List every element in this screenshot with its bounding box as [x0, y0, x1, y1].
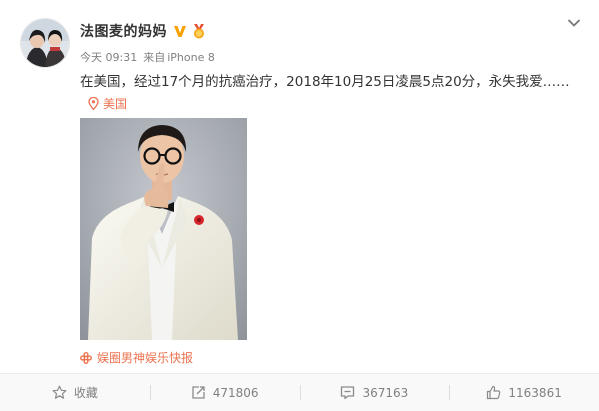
avatar[interactable]	[20, 18, 70, 68]
favorite-label: 收藏	[73, 386, 98, 400]
like-button[interactable]: 1163861	[449, 374, 599, 411]
comment-icon	[341, 386, 355, 400]
thumbs-up-icon	[487, 385, 501, 400]
credit-label: 娱圈男神娱乐快报	[97, 351, 194, 365]
repost-button[interactable]: 471806	[149, 374, 300, 411]
star-icon	[52, 385, 67, 399]
credit-source[interactable]: 娱圈男神娱乐快报	[80, 349, 193, 366]
post-photo[interactable]	[80, 118, 247, 340]
like-count: 1163861	[508, 385, 562, 400]
post-device[interactable]: iPhone 8	[167, 51, 215, 64]
repost-count: 471806	[212, 385, 259, 400]
location-label: 美国	[103, 97, 128, 111]
vip-medal-icon[interactable]	[191, 23, 207, 39]
verified-v-icon[interactable]	[173, 24, 187, 38]
post-meta: 今天 09:31 来自 iPhone 8	[80, 49, 221, 65]
action-bar: 收藏 471806 367163 1163861	[0, 373, 599, 411]
location-link[interactable]: 美国	[88, 95, 127, 112]
name-row: 法图麦的妈妈	[80, 21, 207, 41]
location-pin-icon	[88, 97, 99, 110]
username[interactable]: 法图麦的妈妈	[80, 21, 167, 41]
weibo-post-card: 法图麦的妈妈 今天 09:31 来自 iPhone 8 在美国，经过17个月的抗癌治…	[0, 0, 599, 411]
favorite-button[interactable]: 收藏	[0, 374, 150, 411]
repost-icon	[192, 386, 205, 399]
weibo-flower-icon	[80, 351, 92, 364]
comment-count: 367163	[362, 385, 409, 400]
comment-button[interactable]: 367163	[299, 374, 450, 411]
post-text: 在美国，经过17个月的抗癌治疗，2018年10月25日凌晨5点20分，永失我爱……	[80, 74, 570, 90]
chevron-down-icon[interactable]	[567, 18, 581, 28]
source-prefix: 来自	[143, 51, 166, 64]
post-time[interactable]: 今天 09:31	[80, 51, 137, 64]
